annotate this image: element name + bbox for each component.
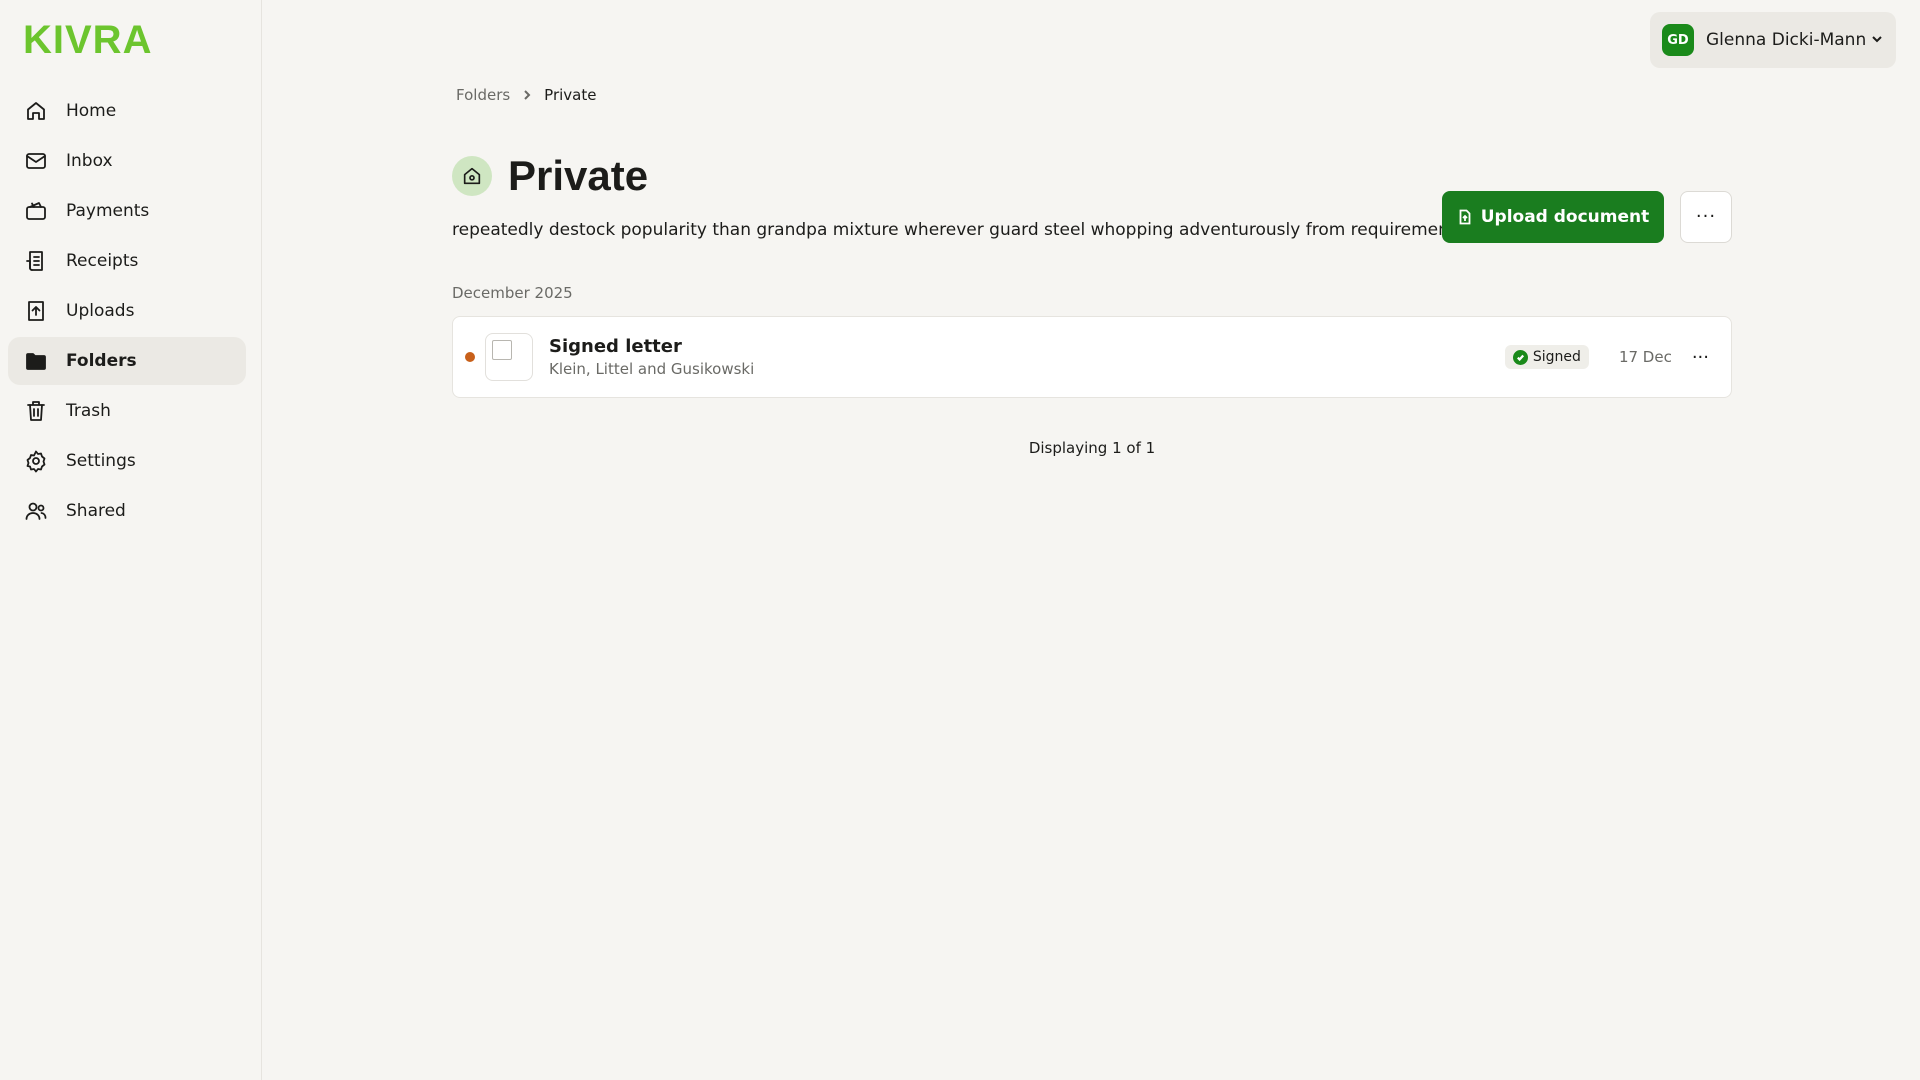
sidebar-item-folders[interactable]: Folders [8,337,246,385]
sidebar-item-label: Inbox [66,151,113,171]
page-title: Private [508,152,649,199]
wallet-icon [23,198,49,224]
sidebar-item-payments[interactable]: Payments [8,187,246,235]
kivra-logo[interactable]: KIVRA [23,18,152,63]
more-horizontal-icon: ··· [1695,206,1717,227]
chevron-right-icon [522,90,532,100]
document-title: Signed letter [549,336,682,357]
folder-icon [23,348,49,374]
mail-icon [23,148,49,174]
folder-more-button[interactable]: ··· [1680,191,1732,243]
folder-description: repeatedly destock popularity than grand… [452,220,1456,240]
sidebar: KIVRA Home Inbox Payments Receipts Uploa… [0,0,262,1080]
sidebar-item-label: Folders [66,351,137,371]
upload-icon [23,298,49,324]
sidebar-item-label: Shared [66,501,126,521]
user-menu[interactable]: GD Glenna Dicki-Mann [1650,12,1896,68]
document-text: Signed letter Klein, Littel and Gusikows… [549,336,754,378]
sidebar-item-uploads[interactable]: Uploads [8,287,246,335]
house-folder-icon [452,156,492,196]
unread-dot [465,352,475,362]
upload-file-icon [1459,209,1471,225]
user-name: Glenna Dicki-Mann [1706,30,1867,50]
sidebar-item-label: Trash [66,401,111,421]
sidebar-item-label: Payments [66,201,150,221]
app-root: KIVRA Home Inbox Payments Receipts Uploa… [0,0,1920,1080]
gear-icon [23,448,49,474]
users-icon [23,498,49,524]
trash-icon [23,398,49,424]
chevron-down-icon [1870,31,1884,50]
row-more-icon[interactable]: ··· [1692,347,1709,368]
avatar: GD [1662,24,1694,56]
sidebar-item-label: Settings [66,451,136,471]
sidebar-item-label: Receipts [66,251,139,271]
upload-document-button[interactable]: Upload document [1442,191,1664,243]
breadcrumb-current: Private [544,86,597,104]
month-group-label: December 2025 [452,284,573,302]
sidebar-item-inbox[interactable]: Inbox [8,137,246,185]
document-date: 17 Dec [1618,348,1672,366]
home-icon [23,98,49,124]
document-row[interactable]: Signed letter Klein, Littel and Gusikows… [452,316,1732,398]
status-badge: Signed [1504,345,1589,369]
upload-document-label: Upload document [1480,207,1650,227]
status-label: Signed [1532,349,1581,365]
sidebar-item-settings[interactable]: Settings [8,437,246,485]
breadcrumb-folders-link[interactable]: Folders [456,86,510,104]
sidebar-item-home[interactable]: Home [8,87,246,135]
breadcrumb: Folders Private [456,86,596,104]
document-sender: Klein, Littel and Gusikowski [549,360,755,378]
pagination-status: Displaying 1 of 1 [1028,439,1156,457]
sidebar-item-trash[interactable]: Trash [8,387,246,435]
sidebar-item-label: Uploads [66,301,135,321]
title-row: Private [452,152,648,200]
receipt-icon [23,248,49,274]
check-circle-icon [1512,349,1528,365]
sidebar-item-label: Home [66,101,117,121]
document-thumbnail [485,333,533,381]
sidebar-item-shared[interactable]: Shared [8,487,246,535]
sidebar-item-receipts[interactable]: Receipts [8,237,246,285]
sidebar-nav: Home Inbox Payments Receipts Uploads Fol… [8,87,246,537]
